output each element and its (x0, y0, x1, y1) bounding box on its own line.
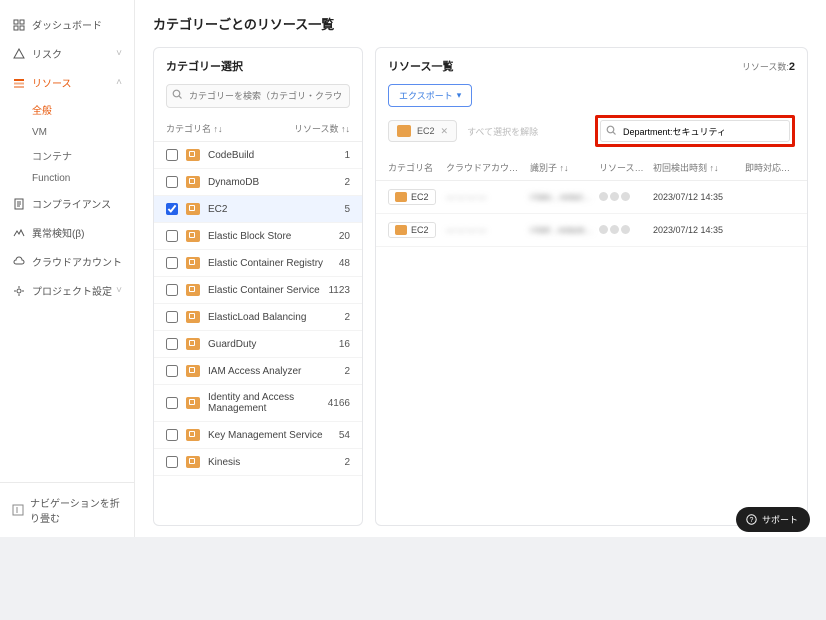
chevron-up-icon: ˄ (116, 77, 122, 88)
resource-icon (12, 76, 26, 90)
category-checkbox[interactable] (166, 311, 178, 323)
help-icon: ? (746, 514, 757, 525)
category-panel: カテゴリー選択 カテゴリ名 ↑↓ リソース数 ↑↓ CodeBuild1Dyna… (153, 47, 363, 526)
chevron-down-icon: ▾ (457, 90, 462, 101)
category-checkbox[interactable] (166, 230, 178, 242)
resource-table-body: EC2— — — —i-0abc…redacted…2023/07/12 14:… (376, 181, 807, 247)
col-identifier[interactable]: 識別子 ↑↓ (530, 161, 595, 174)
aws-icon (186, 284, 200, 296)
filter-chip-ec2[interactable]: EC2 ✕ (388, 120, 457, 142)
sidebar-subitem[interactable]: 全般 (32, 97, 134, 122)
category-checkbox[interactable] (166, 397, 178, 409)
category-list: CodeBuild1DynamoDB2EC25Elastic Block Sto… (154, 142, 362, 525)
sidebar-subitem[interactable]: コンテナ (32, 143, 134, 168)
anomaly-icon (12, 226, 26, 240)
svg-text:?: ? (750, 517, 754, 524)
category-row[interactable]: Elastic Container Service1123 (154, 277, 362, 304)
category-row[interactable]: EC25 (154, 196, 362, 223)
aws-icon (186, 365, 200, 377)
sidebar-item-compliance[interactable]: コンプライアンス (0, 189, 134, 218)
aws-icon (186, 429, 200, 441)
sidebar-subitem[interactable]: VM (32, 122, 134, 143)
category-checkbox[interactable] (166, 203, 178, 215)
aws-icon (186, 176, 200, 188)
category-chip: EC2 (388, 222, 436, 238)
category-checkbox[interactable] (166, 338, 178, 350)
category-checkbox[interactable] (166, 365, 178, 377)
chevron-down-icon: ˅ (116, 285, 122, 296)
collapse-icon (12, 504, 24, 516)
category-checkbox[interactable] (166, 284, 178, 296)
category-search-input[interactable] (166, 84, 350, 108)
table-row[interactable]: EC2— — — —i-0def…redacted…2023/07/12 14:… (376, 214, 807, 247)
col-last[interactable]: 即時対応リス (745, 161, 795, 174)
aws-icon (397, 125, 411, 137)
category-row[interactable]: Identity and Access Management4166 (154, 385, 362, 422)
close-icon[interactable]: ✕ (441, 126, 449, 137)
col-attrs[interactable]: リソース属性 (599, 161, 649, 174)
category-row[interactable]: Key Management Service54 (154, 422, 362, 449)
sidebar: ダッシュボードリスク˅リソース˄全般VMコンテナFunctionコンプライアンス… (0, 0, 135, 537)
aws-icon (186, 338, 200, 350)
aws-icon (186, 311, 200, 323)
category-row[interactable]: Kinesis2 (154, 449, 362, 476)
category-row[interactable]: IAM Access Analyzer2 (154, 358, 362, 385)
col-category-name[interactable]: カテゴリ名 ↑↓ (166, 122, 294, 135)
sidebar-item-settings[interactable]: プロジェクト設定˅ (0, 276, 134, 305)
aws-icon (186, 230, 200, 242)
category-row[interactable]: DynamoDB2 (154, 169, 362, 196)
category-checkbox[interactable] (166, 456, 178, 468)
category-row[interactable]: Elastic Container Registry48 (154, 250, 362, 277)
aws-icon (395, 225, 407, 235)
collapse-nav-button[interactable]: ナビゲーションを折り畳む (0, 482, 134, 537)
support-button[interactable]: ? サポート (736, 507, 810, 532)
clear-selection-button[interactable]: すべて選択を解除 (467, 125, 538, 138)
aws-icon (186, 149, 200, 161)
col-category[interactable]: カテゴリ名 (388, 161, 442, 174)
settings-icon (12, 284, 26, 298)
col-first-detect[interactable]: 初回検出時刻 ↑↓ (653, 161, 741, 174)
aws-icon (186, 203, 200, 215)
col-account[interactable]: クラウドアカウント (446, 161, 526, 174)
sidebar-item-dashboard[interactable]: ダッシュボード (0, 10, 134, 39)
risk-icon (12, 47, 26, 61)
category-chip: EC2 (388, 189, 436, 205)
resource-panel: リソース一覧 リソース数:2 エクスポート ▾ EC2 ✕ (375, 47, 808, 526)
compliance-icon (12, 197, 26, 211)
category-checkbox[interactable] (166, 149, 178, 161)
dashboard-icon (12, 18, 26, 32)
cloud-icon (12, 255, 26, 269)
chevron-down-icon: ˅ (116, 48, 122, 59)
resource-search-input[interactable] (600, 120, 790, 142)
main-content: カテゴリーごとのリソース一覧 カテゴリー選択 カテゴリ名 ↑↓ リソース数 ↑↓… (135, 0, 826, 537)
category-row[interactable]: CodeBuild1 (154, 142, 362, 169)
search-icon (172, 89, 183, 100)
sidebar-subitem[interactable]: Function (32, 168, 134, 189)
category-row[interactable]: ElasticLoad Balancing2 (154, 304, 362, 331)
aws-icon (186, 397, 200, 409)
col-resource-count[interactable]: リソース数 ↑↓ (294, 122, 350, 135)
search-icon (606, 125, 617, 136)
sidebar-item-resource[interactable]: リソース˄ (0, 68, 134, 97)
category-checkbox[interactable] (166, 429, 178, 441)
resource-search-highlight (595, 115, 795, 147)
resource-count: リソース数:2 (742, 60, 795, 73)
export-button[interactable]: エクスポート ▾ (388, 84, 472, 107)
category-checkbox[interactable] (166, 257, 178, 269)
sidebar-item-risk[interactable]: リスク˅ (0, 39, 134, 68)
resource-panel-title: リソース一覧 (388, 58, 453, 74)
category-row[interactable]: GuardDuty16 (154, 331, 362, 358)
aws-icon (186, 456, 200, 468)
sidebar-item-anomaly[interactable]: 異常検知(β) (0, 218, 134, 247)
table-row[interactable]: EC2— — — —i-0abc…redacted…2023/07/12 14:… (376, 181, 807, 214)
aws-icon (186, 257, 200, 269)
category-row[interactable]: Elastic Block Store20 (154, 223, 362, 250)
collapse-nav-label: ナビゲーションを折り畳む (30, 495, 122, 525)
sidebar-item-cloud[interactable]: クラウドアカウント (0, 247, 134, 276)
page-title: カテゴリーごとのリソース一覧 (153, 14, 808, 33)
category-checkbox[interactable] (166, 176, 178, 188)
aws-icon (395, 192, 407, 202)
category-panel-title: カテゴリー選択 (166, 58, 243, 74)
